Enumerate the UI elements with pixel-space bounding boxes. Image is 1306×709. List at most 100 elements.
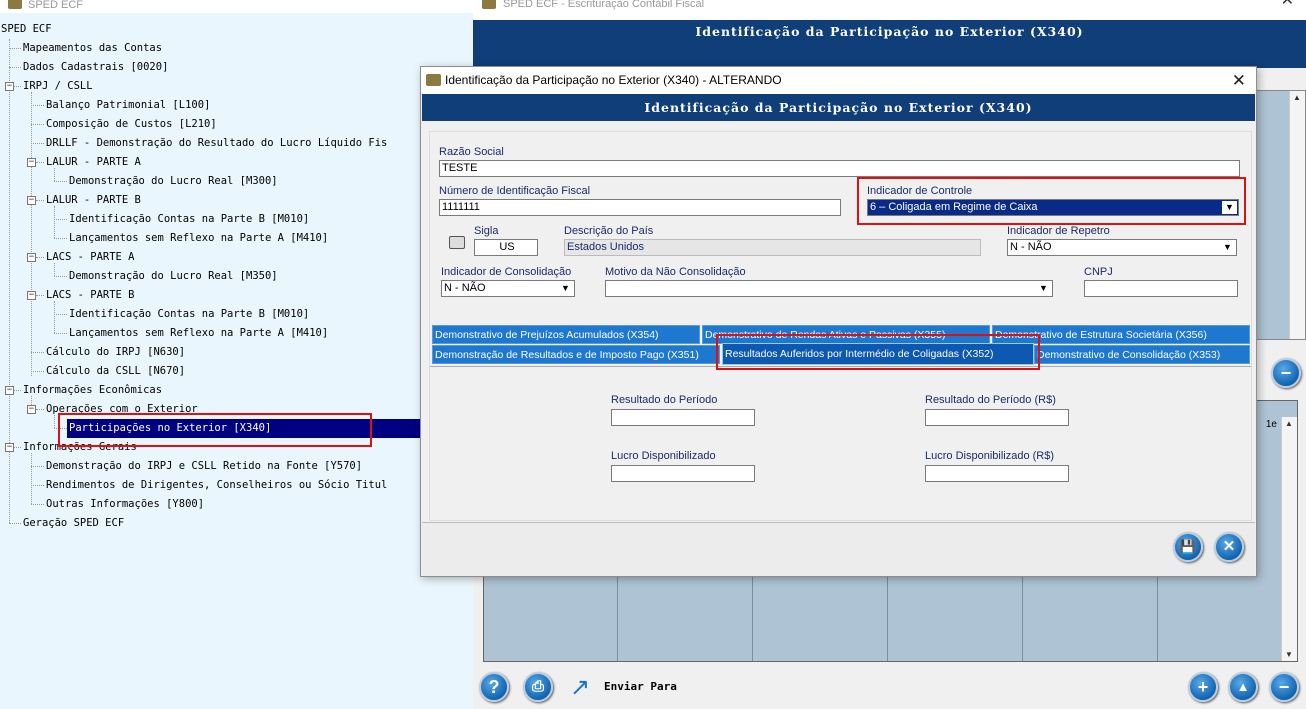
resultado-periodo-field[interactable] — [611, 409, 755, 426]
dialog-banner: Identificação da Participação no Exterio… — [422, 94, 1255, 121]
tree-node[interactable]: Demonstração do Lucro Real [M350] — [69, 267, 278, 286]
tree-node[interactable]: Composição de Custos [L210] — [46, 115, 217, 134]
scrollbar[interactable]: ▲ ▼ — [1281, 417, 1297, 661]
help-button[interactable]: ? — [479, 672, 509, 702]
razao-social-field[interactable]: TESTE — [439, 160, 1240, 177]
close-button[interactable]: ✕ — [1214, 532, 1244, 562]
enviar-para-label[interactable]: Enviar Para — [604, 680, 677, 693]
tree-node[interactable]: LALUR - PARTE A — [46, 153, 141, 172]
dialog-footer: 💾 ✕ — [422, 523, 1255, 576]
tree-node[interactable]: Dados Cadastrais [0020] — [23, 58, 168, 77]
resultado-periodo-rs-label: Resultado do Período (R$) — [925, 394, 1056, 406]
tree-node[interactable]: Lançamentos sem Reflexo na Parte A [M410… — [69, 229, 328, 248]
lucro-disp-label: Lucro Disponibilizado — [611, 450, 716, 462]
add-button[interactable]: + — [1188, 672, 1218, 702]
consolidacao-value: N - NÃO — [444, 282, 486, 294]
chevron-down-icon[interactable]: ▼ — [1220, 241, 1235, 254]
nif-field[interactable]: 1111111 — [439, 199, 841, 216]
tree-node[interactable]: Demonstração do Lucro Real [M300] — [69, 172, 278, 191]
chevron-down-icon[interactable]: ▼ — [558, 282, 573, 295]
expander-lacs-b[interactable]: − — [27, 291, 36, 300]
tree-node[interactable]: Cálculo da CSLL [N670] — [46, 362, 185, 381]
save-button[interactable]: 💾 — [1173, 532, 1203, 562]
form-panel: Razão Social TESTE Número de Identificaç… — [429, 131, 1252, 521]
expander-lacs-a[interactable]: − — [27, 253, 36, 262]
tree-node[interactable]: LACS - PARTE A — [46, 248, 135, 267]
tree-node[interactable]: Informações Gerais — [23, 438, 137, 457]
tree-node[interactable]: Identificação Contas na Parte B [M010] — [69, 210, 309, 229]
close-icon[interactable]: ✕ — [1232, 67, 1246, 94]
navigation-tree: − − − − − − − − SPED ECF Mapeamentos das… — [0, 20, 473, 709]
nif-label: Número de Identificação Fiscal — [439, 185, 591, 197]
remove-button-bottom[interactable]: − — [1269, 672, 1299, 702]
expander-lalur-a[interactable]: − — [27, 158, 36, 167]
dialog-titlebar: Identificação da Participação no Exterio… — [421, 67, 1256, 94]
tree-node[interactable]: Mapeamentos das Contas — [23, 39, 162, 58]
razao-social-label: Razão Social — [439, 146, 504, 158]
tree-node[interactable]: Geração SPED ECF — [23, 514, 124, 533]
tree-node[interactable]: Lançamentos sem Reflexo na Parte A [M410… — [69, 324, 328, 343]
tree-node[interactable]: DRLLF - Demonstração do Resultado do Luc… — [46, 134, 387, 153]
grid-header-fragment: 1e — [1265, 419, 1277, 430]
tree-node[interactable]: Cálculo do IRPJ [N630] — [46, 343, 185, 362]
close-icon[interactable]: ✕ — [1281, 0, 1294, 9]
cnpj-field[interactable] — [1084, 280, 1238, 297]
tree-node[interactable]: Demonstração do IRPJ e CSLL Retido na Fo… — [46, 457, 362, 476]
consolidacao-label: Indicador de Consolidação — [441, 266, 572, 278]
app-icon — [482, 0, 496, 9]
tab-x354[interactable]: Demonstrativo de Prejuízos Acumulados (X… — [432, 325, 700, 344]
tree-node[interactable]: Informações Econômicas — [23, 381, 162, 400]
consolidacao-select[interactable]: N - NÃO ▼ — [441, 280, 575, 297]
lucro-disp-rs-label: Lucro Disponibilizado (R$) — [925, 450, 1055, 462]
tab-x355[interactable]: Demonstrativo de Rendas Ativas e Passiva… — [702, 325, 990, 344]
expander-info-economicas[interactable]: − — [5, 386, 14, 395]
indicador-controle-label: Indicador de Controle — [867, 185, 973, 197]
expander-operacoes-exterior[interactable]: − — [27, 405, 36, 414]
main-window-title: SPED ECF - Escrituração Contábil Fiscal — [503, 0, 705, 10]
indicador-controle-select[interactable]: 6 – Coligada em Regime de Caixa ▼ — [867, 199, 1239, 216]
tree-window-title: SPED ECF — [28, 0, 84, 11]
tree-node[interactable]: Identificação Contas na Parte B [M010] — [69, 305, 309, 324]
tree-node[interactable]: Outras Informações [Y800] — [46, 495, 204, 514]
resultado-periodo-rs-field[interactable] — [925, 409, 1069, 426]
expander-lalur-b[interactable]: − — [27, 196, 36, 205]
sigla-label: Sigla — [474, 225, 499, 237]
motivo-select[interactable]: ▼ — [605, 280, 1053, 297]
chevron-down-icon[interactable]: ▼ — [1222, 201, 1237, 214]
tree-node-root[interactable]: SPED ECF — [1, 20, 52, 39]
lucro-disp-rs-field[interactable] — [925, 465, 1069, 482]
move-up-button[interactable]: ▲ — [1228, 672, 1258, 702]
sigla-field[interactable]: US — [474, 239, 538, 256]
indicador-controle-value: 6 – Coligada em Regime de Caixa — [870, 201, 1038, 213]
data-grid-top[interactable]: ▲ — [1252, 90, 1306, 340]
repetro-select[interactable]: N - NÃO ▼ — [1007, 239, 1237, 256]
remove-button-top[interactable]: − — [1271, 358, 1301, 388]
scrollbar[interactable]: ▲ — [1289, 91, 1305, 339]
tree-node-selected[interactable]: Participações no Exterior [X340] — [67, 419, 473, 438]
tree-node[interactable]: LACS - PARTE B — [46, 286, 135, 305]
tree-node[interactable]: Rendimentos de Dirigentes, Conselheiros … — [46, 476, 387, 495]
dialog-title: Identificação da Participação no Exterio… — [445, 73, 782, 87]
expander-irpj[interactable]: − — [5, 82, 14, 91]
motivo-label: Motivo da Não Consolidação — [605, 266, 746, 278]
tab-x353[interactable]: Demonstrativo de Consolidação (X353) — [1034, 345, 1250, 364]
print-button[interactable]: ⎙ — [523, 672, 553, 702]
main-window-titlebar: SPED ECF - Escrituração Contábil Fiscal … — [473, 0, 1306, 20]
expander-info-gerais[interactable]: − — [5, 443, 14, 452]
resultado-periodo-label: Resultado do Período — [611, 394, 718, 406]
main-window-tabstrip — [473, 44, 1306, 68]
repetro-value: N - NÃO — [1010, 241, 1052, 253]
chevron-down-icon[interactable]: ▼ — [1036, 282, 1051, 295]
tree-node[interactable]: LALUR - PARTE B — [46, 191, 141, 210]
send-arrow-icon[interactable]: ↗ — [570, 673, 590, 702]
tab-x351[interactable]: Demonstração de Resultados e de Imposto … — [432, 345, 720, 364]
tree-node[interactable]: Balanço Patrimonial [L100] — [46, 96, 210, 115]
printer-icon[interactable] — [449, 236, 465, 249]
tree-node[interactable]: IRPJ / CSLL — [23, 77, 93, 96]
tab-x352[interactable]: Resultados Auferidos por Intermédio de C… — [722, 343, 1034, 365]
tree-node[interactable]: Operações com o Exterior — [46, 400, 198, 419]
edit-dialog: Identificação da Participação no Exterio… — [420, 66, 1257, 577]
lucro-disp-field[interactable] — [611, 465, 755, 482]
main-window-banner: Identificação da Participação no Exterio… — [473, 20, 1306, 44]
tab-x356[interactable]: Demonstrativo de Estrutura Societária (X… — [992, 325, 1250, 344]
